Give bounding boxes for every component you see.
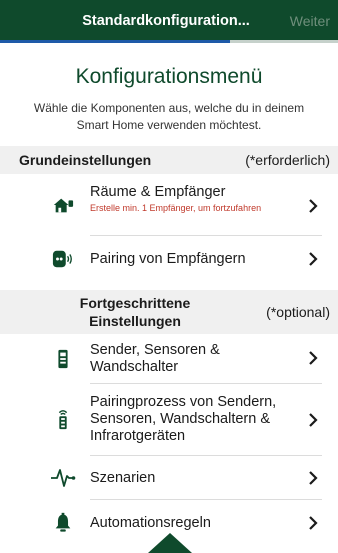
menu-item-label: Pairingprozess von Sendern, Sensoren, Wa… xyxy=(90,394,277,444)
chevron-right-icon xyxy=(308,412,318,428)
menu-subtitle: Wähle die Komponenten aus, welche du in … xyxy=(33,101,305,132)
menu-item-label: Automationsregeln xyxy=(90,515,211,531)
menu-item-label: Sender, Sensoren & Wandschalter xyxy=(90,342,220,375)
remote-signal-icon xyxy=(52,408,74,430)
chevron-right-icon xyxy=(308,350,318,366)
menu-item-label: Pairing von Empfängern xyxy=(90,251,246,267)
menu-item-senders[interactable]: Sender, Sensoren & Wandschalter xyxy=(0,334,338,384)
tour-pointer xyxy=(148,533,192,553)
menu-item-pairing-senders[interactable]: Pairingprozess von Sendern, Sensoren, Wa… xyxy=(0,384,338,456)
chevron-right-icon xyxy=(308,515,318,531)
menu-item-hint: Erstelle min. 1 Empfänger, um fortzufahr… xyxy=(90,203,262,213)
progress-bar xyxy=(0,40,338,43)
menu-heading: Konfigurationsmenü xyxy=(75,65,263,88)
progress-fill xyxy=(0,40,230,43)
remote-control-icon xyxy=(52,348,74,370)
section-advanced: Fortgeschrittene Einstellungen (*optiona… xyxy=(0,290,338,334)
menu-item-pairing-receivers[interactable]: Pairing von Empfängern xyxy=(0,236,338,282)
menu-item-label: Räume & Empfänger xyxy=(90,184,226,200)
section-note: (*optional) xyxy=(266,304,330,320)
chevron-right-icon xyxy=(308,198,318,214)
section-title: Grundeinstellungen xyxy=(19,152,152,168)
menu-item-scenes[interactable]: Szenarien xyxy=(0,456,338,500)
menu-item-rooms[interactable]: Räume & Empfänger Erstelle min. 1 Empfän… xyxy=(0,174,338,236)
next-button[interactable]: Weiter xyxy=(290,13,330,29)
house-receiver-icon xyxy=(52,194,74,216)
section-basic: Grundeinstellungen (*erforderlich) xyxy=(0,146,338,174)
chevron-right-icon xyxy=(308,251,318,267)
top-bar: Standardkonfiguration... Weiter xyxy=(0,0,338,40)
menu-item-label: Szenarien xyxy=(90,470,156,486)
chevron-right-icon xyxy=(308,470,318,486)
receiver-pairing-icon xyxy=(52,248,74,270)
section-title: Fortgeschrittene Einstellungen xyxy=(79,295,191,329)
pulse-icon xyxy=(50,467,76,489)
bell-icon xyxy=(52,511,74,533)
section-note: (*erforderlich) xyxy=(245,152,330,168)
page-title: Standardkonfiguration... xyxy=(82,13,250,29)
